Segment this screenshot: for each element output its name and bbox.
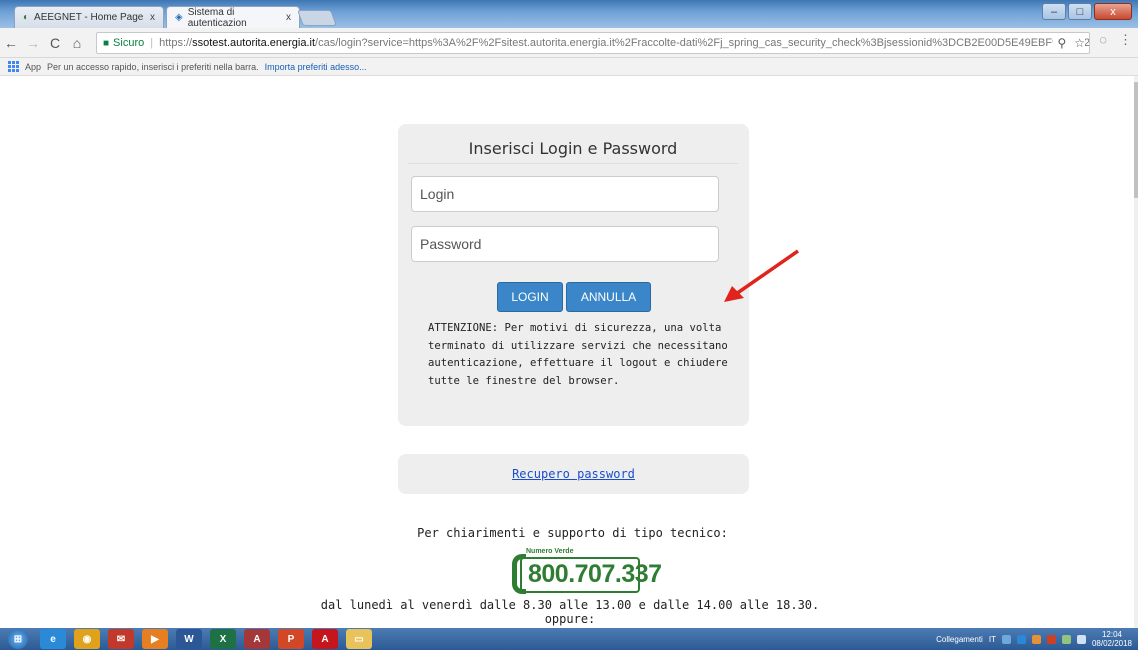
maximize-button[interactable]: □ — [1068, 3, 1092, 20]
browser-toolbar: ← → C ⌂ ■ Sicuro | https://ssotest.autor… — [0, 28, 1138, 58]
minimize-button[interactable]: – — [1042, 3, 1066, 20]
title-bar: ◐ AEEGNET - Home Page x ◈ Sistema di aut… — [0, 0, 1138, 29]
bookmark-star-icon[interactable]: ☆ — [1074, 36, 1085, 50]
taskbar-acrobat-icon[interactable]: A — [312, 629, 338, 649]
taskbar-explorer-icon[interactable]: ▭ — [346, 629, 372, 649]
tray-lang[interactable]: IT — [989, 635, 996, 644]
tab-aeegnet[interactable]: ◐ AEEGNET - Home Page x — [14, 6, 164, 28]
login-panel: Inserisci Login e Password LOGIN ANNULLA… — [398, 124, 749, 426]
support-phone-number: 800.707.337 — [528, 560, 662, 588]
taskbar-powerpoint-icon[interactable]: P — [278, 629, 304, 649]
login-button[interactable]: LOGIN — [497, 282, 563, 312]
numero-verde-label: Numero Verde — [526, 548, 574, 555]
back-arrow-icon[interactable]: ← — [0, 35, 22, 51]
page-favicon-icon: ◈ — [175, 12, 183, 23]
divider: | — [150, 37, 154, 49]
tray-volume-icon[interactable] — [1076, 634, 1086, 644]
apps-link[interactable]: App — [25, 62, 41, 72]
tray-network-icon[interactable] — [1001, 634, 1011, 644]
import-bookmarks-link[interactable]: Importa preferiti adesso... — [265, 62, 367, 72]
close-window-button[interactable]: x — [1094, 3, 1132, 20]
start-button[interactable]: ⊞ — [8, 629, 28, 649]
tray-app-icon[interactable] — [1061, 634, 1071, 644]
login-input[interactable] — [411, 176, 719, 212]
address-bar[interactable]: ■ Sicuro | https://ssotest.autorita.ener… — [96, 32, 1090, 54]
taskbar-excel-icon[interactable]: X — [210, 629, 236, 649]
taskbar-access-icon[interactable]: A — [244, 629, 270, 649]
login-title: Inserisci Login e Password — [408, 139, 738, 164]
clock[interactable]: 12:04 08/02/2018 — [1092, 630, 1132, 648]
red-annotation-arrow — [724, 249, 799, 302]
apps-grid-icon[interactable] — [8, 61, 19, 72]
clock-date: 08/02/2018 — [1091, 639, 1132, 648]
tab-close-icon[interactable]: x — [286, 12, 291, 23]
taskbar-chrome-icon[interactable]: ◉ — [74, 629, 100, 649]
url-path: /cas/login?service=https%3A%2F%2Fsitest.… — [315, 37, 1090, 49]
new-tab-button[interactable] — [297, 10, 337, 26]
taskbar-media-icon[interactable]: ▶ — [142, 629, 168, 649]
taskbar-word-icon[interactable]: W — [176, 629, 202, 649]
secure-label: Sicuro — [113, 37, 145, 49]
tray-label[interactable]: Collegamenti — [936, 635, 983, 644]
taskbar-mail-icon[interactable]: ✉ — [108, 629, 134, 649]
extension-icon[interactable]: ◌ — [1099, 32, 1107, 48]
support-hours: dal lunedì al venerdì dalle 8.30 alle 13… — [320, 598, 820, 626]
zoom-icon[interactable]: ⚲ — [1057, 36, 1066, 50]
tab-label: AEEGNET - Home Page — [34, 12, 144, 23]
security-warning: ATTENZIONE: Per motivi di sicurezza, una… — [428, 322, 728, 387]
lock-icon: ■ — [103, 37, 110, 49]
password-recovery-link[interactable]: Recupero password — [512, 467, 635, 481]
chrome-favicon-icon: ◐ — [23, 12, 30, 23]
system-tray: Collegamenti IT 12:04 08/02/2018 — [936, 628, 1138, 650]
url-host: ssotest.autorita.energia.it — [192, 37, 316, 49]
forward-arrow-icon[interactable]: → — [22, 35, 44, 51]
bookmarks-hint: Per un accesso rapido, inserisci i prefe… — [47, 61, 259, 72]
tab-sistema-autenticazione[interactable]: ◈ Sistema di autenticazion x — [166, 6, 300, 29]
annulla-button[interactable]: ANNULLA — [566, 282, 651, 312]
scrollbar-thumb[interactable] — [1134, 82, 1138, 198]
tray-skype-icon[interactable] — [1016, 634, 1026, 644]
bookmarks-bar: App Per un accesso rapido, inserisci i p… — [0, 58, 1138, 76]
home-icon[interactable]: ⌂ — [66, 35, 88, 51]
page-content: Inserisci Login e Password LOGIN ANNULLA… — [0, 76, 1134, 628]
reload-icon[interactable]: C — [44, 35, 66, 51]
menu-icon[interactable]: ⋮ — [1119, 32, 1132, 48]
tab-label: Sistema di autenticazion — [187, 6, 247, 29]
taskbar-ie-icon[interactable]: e — [40, 629, 66, 649]
password-recovery-panel: Recupero password — [398, 454, 749, 494]
tray-app-icon[interactable] — [1046, 634, 1056, 644]
password-input[interactable] — [411, 226, 719, 262]
tab-close-icon[interactable]: x — [150, 12, 155, 23]
numero-verde-logo: Numero Verde 800.707.337 — [512, 548, 662, 594]
support-text: Per chiarimenti e supporto di tipo tecni… — [417, 526, 728, 540]
tray-app-icon[interactable] — [1031, 634, 1041, 644]
url-scheme: https:// — [159, 37, 193, 49]
clock-time: 12:04 — [1101, 630, 1122, 639]
